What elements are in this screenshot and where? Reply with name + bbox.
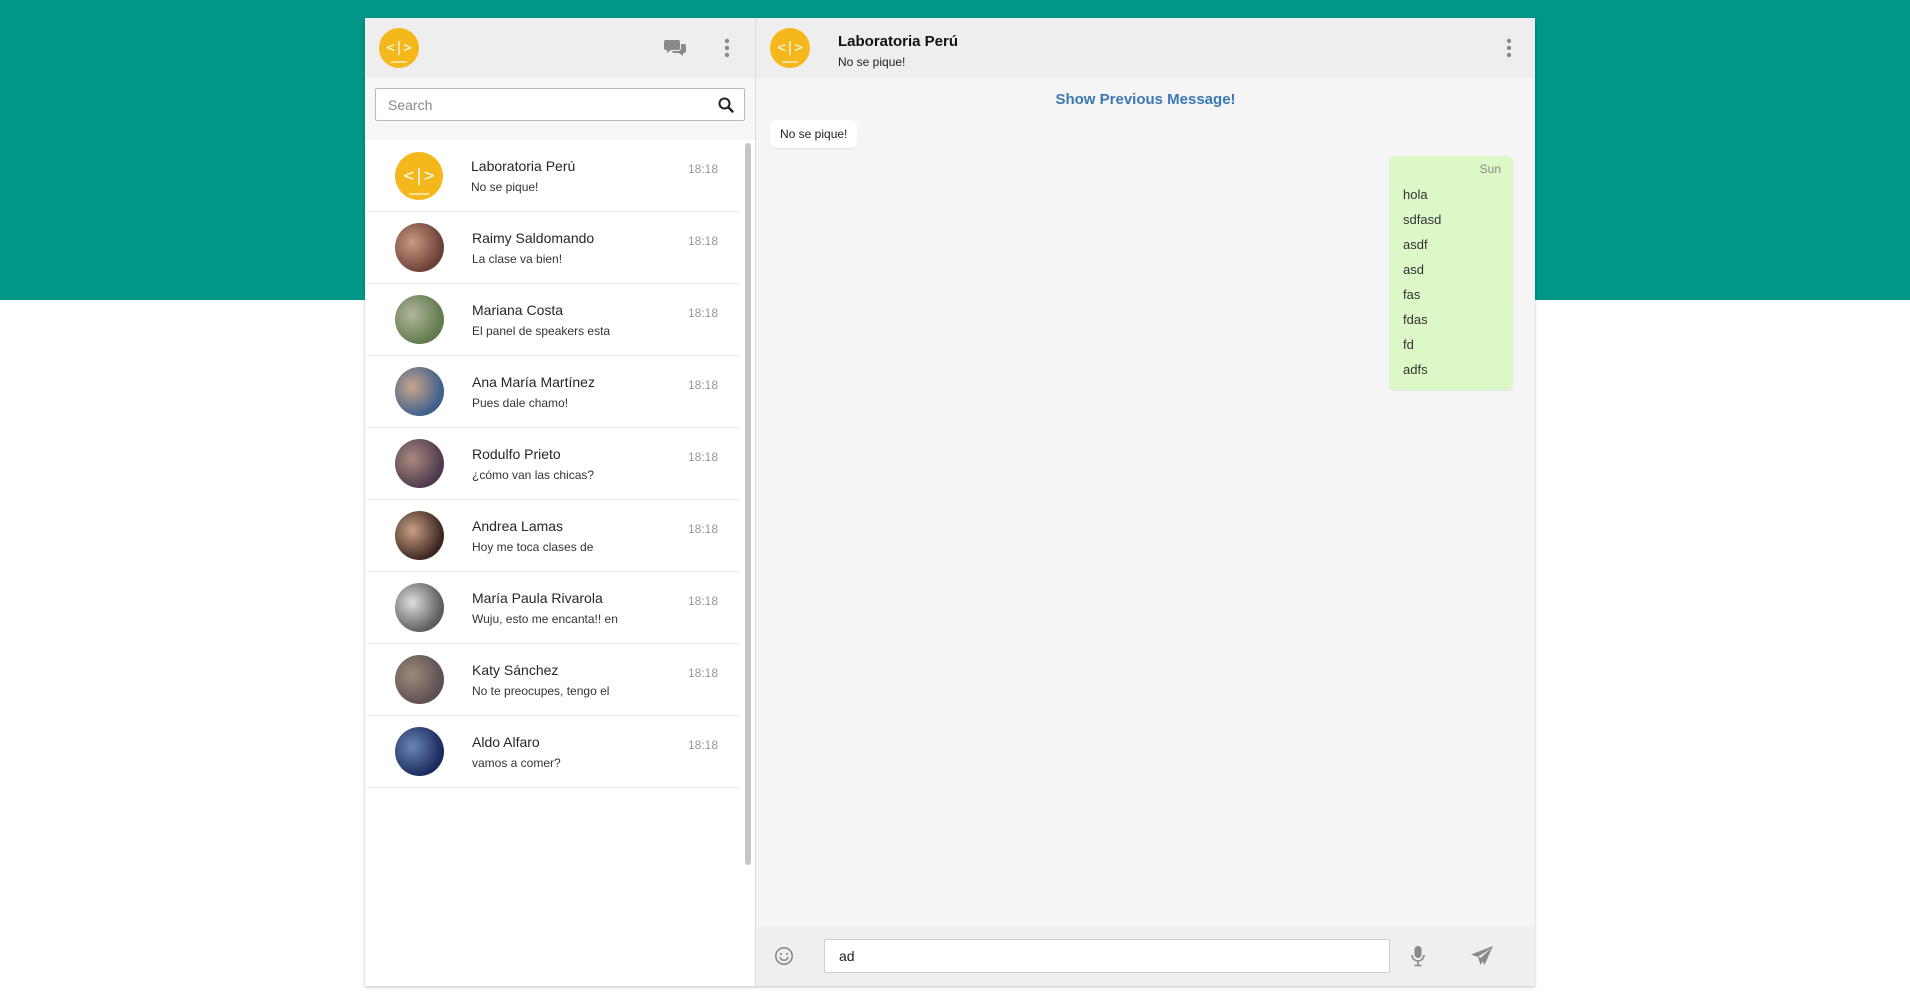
chat-time: 18:18 bbox=[687, 450, 718, 464]
conversation-pane: <|> Laboratoria Perú No se pique! Show P… bbox=[756, 18, 1535, 986]
chat-last-message: ¿cómo van las chicas? bbox=[472, 467, 595, 482]
chat-last-message: Pues dale chamo! bbox=[472, 395, 569, 410]
message-composer bbox=[756, 926, 1535, 986]
contact-avatar bbox=[395, 295, 444, 344]
chat-time: 18:18 bbox=[687, 306, 718, 320]
sidebar-header: <|> bbox=[365, 18, 755, 78]
sidebar-menu-button[interactable] bbox=[713, 34, 741, 62]
search-box bbox=[375, 88, 745, 121]
sidebar: <|> Search <|> Laboratoria Perú No se pi… bbox=[365, 18, 756, 986]
chat-app: <|> Search <|> Laboratoria Perú No se pi… bbox=[365, 18, 1535, 986]
chat-time: 18:18 bbox=[687, 378, 718, 392]
contact-avatar bbox=[395, 223, 444, 272]
chat-last-message: El panel de speakers esta bbox=[472, 323, 611, 338]
chat-last-message: La clase va bien! bbox=[472, 251, 563, 266]
chat-list-item[interactable]: Katy Sánchez No te preocupes, tengo el 18:… bbox=[365, 644, 740, 716]
chat-list: <|> Laboratoria Perú No se pique! 18:18 Raim… bbox=[365, 140, 740, 986]
emoji-icon bbox=[775, 947, 793, 965]
contact-avatar bbox=[395, 583, 444, 632]
new-chat-button[interactable] bbox=[661, 34, 689, 62]
message-line: asdf bbox=[1403, 237, 1428, 252]
conversation-menu-button[interactable] bbox=[1495, 34, 1523, 62]
chat-list-item[interactable]: Ana María Martínez Pues dale chamo! 18:18 bbox=[365, 356, 740, 428]
chat-last-message: vamos a comer? bbox=[472, 755, 561, 770]
conversation-header: <|> Laboratoria Perú No se pique! bbox=[756, 18, 1535, 78]
chat-last-message: No se pique! bbox=[471, 179, 539, 194]
chat-last-message: Wuju, esto me encanta!! en bbox=[472, 611, 618, 626]
contact-avatar bbox=[395, 367, 444, 416]
contact-avatar[interactable]: <|> bbox=[770, 28, 810, 68]
search-input[interactable] bbox=[386, 95, 718, 114]
chat-time: 18:18 bbox=[687, 522, 718, 536]
chat-list-item[interactable]: María Paula Rivarola Wuju, esto me encant… bbox=[365, 572, 740, 644]
search-bar bbox=[365, 78, 755, 140]
incoming-message: No se pique! bbox=[770, 120, 858, 148]
message-timestamp: Sun bbox=[1479, 162, 1501, 176]
message-line: fas bbox=[1403, 287, 1421, 302]
contact-avatar bbox=[395, 727, 444, 776]
voice-button[interactable] bbox=[1404, 942, 1432, 970]
vertical-dots-icon bbox=[724, 38, 730, 58]
vertical-dots-icon bbox=[1506, 38, 1512, 58]
message-line: fd bbox=[1403, 337, 1414, 352]
chat-list-item[interactable]: Raimy Saldomando La clase va bien! 18:18 bbox=[365, 212, 740, 284]
chat-list-item[interactable]: Aldo Alfaro vamos a comer? 18:18 bbox=[365, 716, 740, 788]
chat-last-message: Hoy me toca clases de bbox=[472, 539, 594, 554]
contact-avatar bbox=[395, 655, 444, 704]
chat-list-scrollbar[interactable] bbox=[745, 143, 751, 865]
chat-time: 18:18 bbox=[687, 666, 718, 680]
send-icon bbox=[1471, 946, 1493, 965]
message-line: hola bbox=[1403, 187, 1428, 202]
send-button[interactable] bbox=[1468, 942, 1496, 970]
chat-list-item[interactable]: <|> Laboratoria Perú No se pique! 18:18 bbox=[365, 140, 740, 212]
contact-logo-avatar: <|> bbox=[395, 151, 443, 200]
chat-last-message: No te preocupes, tengo el bbox=[472, 683, 610, 698]
chat-time: 18:18 bbox=[687, 738, 718, 752]
chat-time: 18:18 bbox=[687, 162, 718, 176]
contact-avatar bbox=[395, 511, 444, 560]
mic-icon bbox=[1411, 946, 1425, 967]
chat-icon bbox=[664, 40, 686, 56]
message-input[interactable] bbox=[837, 947, 1377, 965]
conversation-title: Laboratoria Perú bbox=[838, 33, 959, 50]
emoji-button[interactable] bbox=[770, 942, 798, 970]
message-field bbox=[824, 939, 1390, 973]
message-line: adfs bbox=[1403, 362, 1428, 377]
message-line: sdfasd bbox=[1403, 212, 1442, 227]
chat-time: 18:18 bbox=[687, 594, 718, 608]
conversation-subtitle: No se pique! bbox=[838, 55, 906, 69]
show-previous-link[interactable]: Show Previous Message! bbox=[756, 91, 1535, 108]
message-line: fdas bbox=[1403, 312, 1428, 327]
user-avatar[interactable]: <|> bbox=[379, 28, 419, 68]
chat-list-item[interactable]: Mariana Costa El panel de speakers esta 18… bbox=[365, 284, 740, 356]
contact-avatar bbox=[395, 439, 444, 488]
chat-list-item[interactable]: Andrea Lamas Hoy me toca clases de 18:18 bbox=[365, 500, 740, 572]
outgoing-message: Sun hola sdfasd asdf asd fas fdas fd adfs bbox=[1389, 156, 1513, 390]
chat-list-item[interactable]: Rodulfo Prieto ¿cómo van las chicas? 18:18 bbox=[365, 428, 740, 500]
chat-time: 18:18 bbox=[687, 234, 718, 248]
search-icon[interactable] bbox=[718, 97, 734, 113]
message-line: asd bbox=[1403, 262, 1424, 277]
